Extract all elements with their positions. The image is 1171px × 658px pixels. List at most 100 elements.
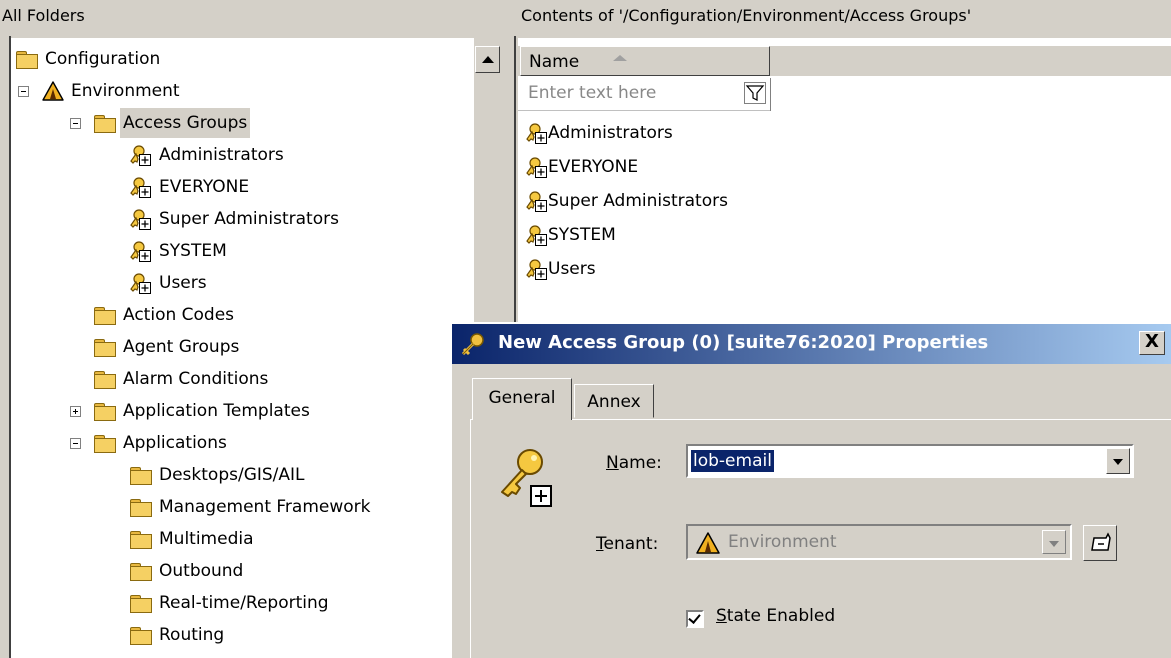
name-combobox[interactable]: lob-email [686,444,1134,478]
tree-item[interactable]: Action Codes [94,300,237,330]
folder-icon [130,498,152,517]
tree-item-label: Super Administrators [159,209,339,229]
collapse-icon[interactable] [18,86,29,97]
folder-browse-icon [1091,532,1111,551]
tree-item-label: Desktops/GIS/AIL [159,465,305,485]
name-value[interactable]: lob-email [691,450,774,472]
list-item-label: Administrators [548,123,673,143]
access-group-icon [130,208,152,230]
folder-icon [130,562,152,581]
access-group-icon [526,156,548,178]
filter-funnel-icon[interactable] [744,82,766,104]
tree-item-label: Access Groups [120,108,251,138]
folder-icon [130,594,152,613]
filter-row [518,78,770,111]
access-group-icon [526,190,548,212]
tree-item-label: Action Codes [123,305,235,325]
tree-item[interactable]: Applications [94,428,230,458]
tree-item-label: EVERYONE [159,177,250,197]
access-group-large-icon [501,449,552,507]
tree-item[interactable]: Application Templates [94,396,313,426]
tree-item[interactable]: Agent Groups [94,332,242,362]
state-enabled-label[interactable]: State Enabled [716,606,835,626]
tenant-label: Tenant: [596,534,659,554]
environment-warning-icon [696,532,720,554]
all-folders-title: All Folders [2,6,85,25]
tree-item-label: Outbound [159,561,244,581]
tree-item[interactable]: Desktops/GIS/AIL [130,460,308,490]
filter-input[interactable] [520,79,740,107]
name-label: Name: [606,453,662,473]
dialog-title-bar[interactable]: New Access Group (0) [suite76:2020] Prop… [452,324,1171,364]
folder-icon [16,50,38,69]
expand-icon[interactable] [70,406,81,417]
chevron-down-icon [1113,459,1123,465]
scroll-up-button[interactable] [475,46,500,73]
tree-item-label: Alarm Conditions [123,369,269,389]
tree-item[interactable]: Multimedia [130,524,257,554]
key-icon [461,333,484,356]
tenant-dropdown-button [1042,530,1066,554]
tree-item-label: Environment [71,81,180,101]
tab-annex[interactable]: Annex [574,384,654,418]
list-item-label: Super Administrators [548,191,728,211]
sort-ascending-icon [613,55,627,61]
state-enabled-checkbox[interactable] [686,610,704,628]
tree-item[interactable]: Real-time/Reporting [130,588,332,618]
contents-header: Contents of '/Configuration/Environment/… [518,0,1171,36]
access-group-icon [526,224,548,246]
tenant-combobox: Environment [686,524,1072,560]
tree-item-label: Configuration [45,49,161,69]
column-separator [770,78,771,111]
tree-item[interactable]: Environment [42,76,183,106]
tenant-browse-button[interactable] [1083,525,1117,561]
folder-icon [130,626,152,645]
tree-item[interactable]: Configuration [16,44,163,74]
tenant-value: Environment [728,532,837,552]
name-column-label: Name [529,52,580,72]
list-item-label: SYSTEM [548,225,616,245]
folder-open-icon [94,114,116,133]
access-group-icon [130,176,152,198]
name-column-header[interactable]: Name [520,46,770,76]
tree-item-label: Multimedia [159,529,254,549]
access-group-icon [130,144,152,166]
collapse-icon[interactable] [70,438,81,449]
all-folders-header: All Folders [0,0,510,36]
tree-item-label: Users [159,273,207,293]
list-item-label: Users [548,259,596,279]
name-dropdown-button[interactable] [1106,448,1130,474]
folder-icon [94,338,116,357]
tree-item[interactable]: Users [130,268,210,298]
tree-item[interactable]: EVERYONE [130,172,252,202]
tree-item-label: Agent Groups [123,337,240,357]
tree-item[interactable]: Alarm Conditions [94,364,271,394]
tree-item[interactable]: Super Administrators [130,204,342,234]
tree-item[interactable]: SYSTEM [130,236,230,266]
list-item[interactable]: Super Administrators [526,186,728,216]
tree-item[interactable]: Access Groups [94,108,251,138]
tree-item-label: Administrators [159,145,284,165]
tree-item[interactable]: Routing [130,620,227,650]
tree-item-label: Routing [159,625,225,645]
tree-item-label: Application Templates [123,401,310,421]
folder-icon [130,466,152,485]
list-item[interactable]: SYSTEM [526,220,616,250]
folder-icon [130,530,152,549]
tree-item[interactable]: Outbound [130,556,246,586]
tree-item[interactable]: Administrators [130,140,287,170]
tree-item-label: Applications [123,433,227,453]
list-item[interactable]: EVERYONE [526,152,638,182]
collapse-icon[interactable] [70,118,81,129]
folder-icon [94,402,116,421]
folder-icon [94,370,116,389]
tab-general[interactable]: General [472,378,572,420]
close-button[interactable]: X [1139,331,1165,355]
warning-icon [42,81,64,101]
chevron-down-icon [1049,541,1059,547]
contents-title: Contents of '/Configuration/Environment/… [521,6,972,25]
tree-item-label: Real-time/Reporting [159,593,329,613]
list-item[interactable]: Users [526,254,596,284]
list-item[interactable]: Administrators [526,118,673,148]
tree-item[interactable]: Management Framework [130,492,374,522]
